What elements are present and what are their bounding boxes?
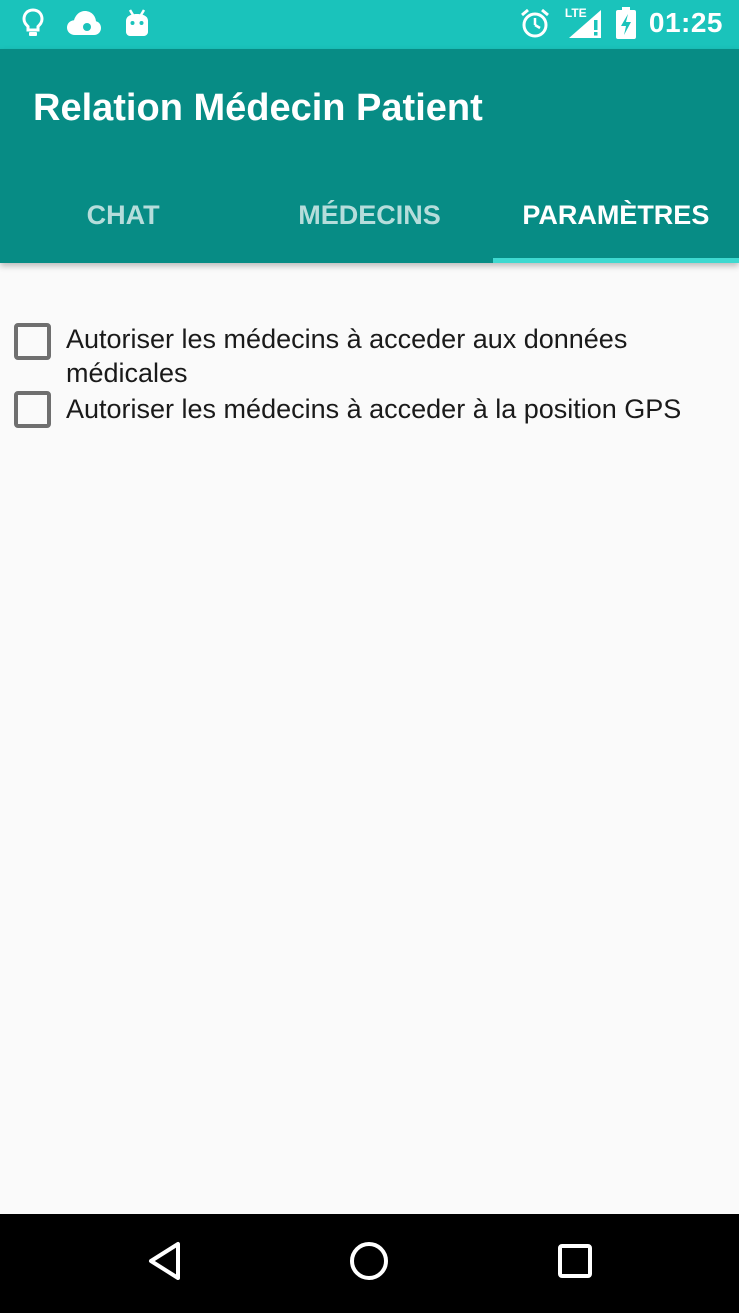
tab-parametres[interactable]: PARAMÈTRES [492, 167, 739, 263]
tab-parametres-label: PARAMÈTRES [522, 199, 710, 230]
clock: 01:25 [648, 7, 723, 38]
tab-medecins-label: MÉDECINS [298, 199, 441, 230]
gps-checkbox-label: Autoriser les médecins à acceder à la po… [66, 394, 682, 424]
recents-icon [557, 1243, 593, 1284]
navigation-bar [0, 1214, 739, 1313]
medical-data-checkbox-label: Autoriser les médecins à acceder aux don… [66, 324, 628, 388]
medical-data-checkbox[interactable] [14, 323, 51, 360]
settings-panel: Autoriser les médecins à acceder aux don… [0, 263, 739, 1214]
app-title: Relation Médecin Patient [33, 87, 483, 129]
system-icons: LTE 01:25 [519, 6, 723, 40]
gps-permission-option[interactable]: Autoriser les médecins à acceder à la po… [14, 391, 721, 428]
back-icon [147, 1241, 183, 1286]
cloud-icon [66, 9, 102, 37]
battery-charging-icon [615, 6, 637, 40]
home-icon [348, 1240, 390, 1287]
tab-bar: CHAT MÉDECINS PARAMÈTRES [0, 167, 739, 263]
lightbulb-icon [22, 8, 44, 38]
lte-signal-icon: LTE [563, 6, 603, 40]
gps-checkbox[interactable] [14, 391, 51, 428]
tab-medecins[interactable]: MÉDECINS [246, 167, 492, 263]
alarm-icon [519, 7, 551, 39]
back-button[interactable] [130, 1214, 200, 1313]
recents-button[interactable] [540, 1214, 610, 1313]
android-icon [124, 8, 150, 38]
medical-data-permission-option[interactable]: Autoriser les médecins à acceder aux don… [14, 322, 721, 390]
notification-icons [22, 8, 150, 38]
status-bar: LTE 01:25 [0, 0, 739, 49]
tab-chat[interactable]: CHAT [0, 167, 246, 263]
tab-chat-label: CHAT [86, 199, 160, 230]
home-button[interactable] [334, 1214, 404, 1313]
lte-label: LTE [564, 6, 587, 20]
app-bar: Relation Médecin Patient CHAT MÉDECINS P… [0, 49, 739, 263]
